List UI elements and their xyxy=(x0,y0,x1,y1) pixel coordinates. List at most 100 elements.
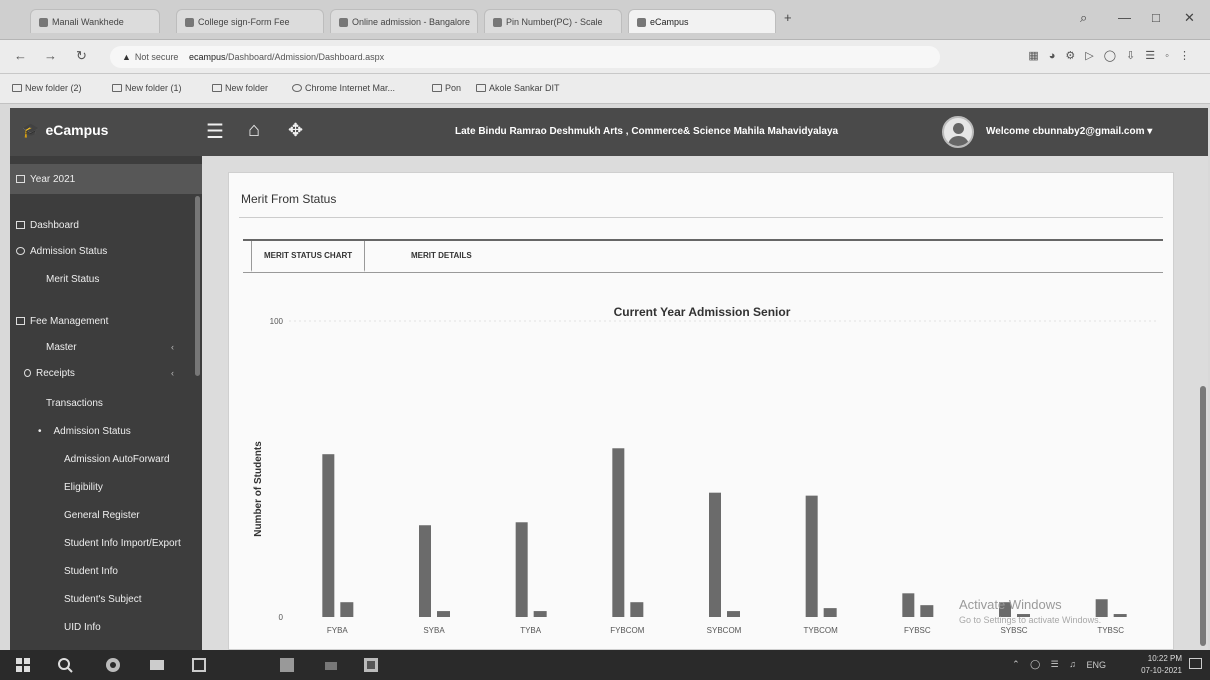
brand-logo[interactable]: 🎓 eCampus xyxy=(22,122,108,139)
back-icon[interactable]: ← xyxy=(14,48,27,63)
x-tick-label: TYBA xyxy=(520,626,542,635)
bar-fybcom-2[interactable] xyxy=(630,602,644,617)
bookmark-item[interactable]: New folder (1) xyxy=(112,83,182,93)
calendar-icon xyxy=(16,175,25,183)
sidebar-item-admission-status-sub[interactable]: • Admission Status xyxy=(38,426,131,437)
user-menu[interactable]: Welcome cbunnaby2@gmail.com ▾ xyxy=(986,126,1152,137)
bar-fyba-2[interactable] xyxy=(340,602,354,617)
bar-sybcom-2[interactable] xyxy=(727,611,740,617)
bookmark-item[interactable]: Pon xyxy=(432,83,461,93)
new-tab-icon[interactable]: + xyxy=(784,10,792,25)
folder-icon xyxy=(112,84,122,92)
url-field[interactable]: ▲ Not secure ecampus/Dashboard/Admission/… xyxy=(110,46,940,68)
clock[interactable]: 10:22 PM 07-10-2021 xyxy=(1141,653,1182,677)
table-icon xyxy=(16,317,25,325)
windows-start-icon[interactable] xyxy=(14,656,32,674)
app-icon[interactable] xyxy=(278,656,296,674)
sidebar-item-merit-status[interactable]: Merit Status xyxy=(46,274,99,285)
x-tick-label: SYBA xyxy=(423,626,445,635)
browser-tab[interactable]: Manali Wankhede xyxy=(30,9,160,33)
bar-syba-2[interactable] xyxy=(437,611,450,617)
close-icon[interactable]: ✕ xyxy=(1184,10,1195,26)
system-tray-icons[interactable]: ⌃ ◯ ☰ ♫ xyxy=(1012,659,1080,670)
x-tick-label: FYBA xyxy=(327,626,349,635)
tab-favicon-icon xyxy=(637,18,646,28)
sidebar-item-eligibility[interactable]: Eligibility xyxy=(64,482,103,493)
app-header: 🎓 eCampus ☰ ⌂ ✥ Late Bindu Ramrao Deshmuk… xyxy=(10,108,1208,156)
browser-tab-active[interactable]: eCampus xyxy=(628,9,776,33)
sidebar-item-admission-status[interactable]: Admission Status xyxy=(16,246,107,257)
x-tick-label: SYBSC xyxy=(1000,626,1027,635)
bookmark-item[interactable]: Chrome Internet Mar... xyxy=(292,83,395,93)
bar-fybsc-1[interactable] xyxy=(902,593,915,617)
bar-fybcom-1[interactable] xyxy=(612,448,625,617)
extension-icons[interactable]: ▦◕⚙▷◯⇩☰◦⋮ xyxy=(1028,49,1200,62)
bar-tybcom-2[interactable] xyxy=(823,608,837,617)
bar-sybcom-1[interactable] xyxy=(709,492,721,617)
x-tick-label: FYBSC xyxy=(904,626,931,635)
browser-tab[interactable]: College sign-Form Fee xyxy=(176,9,324,33)
sidebar-item-master[interactable]: Master xyxy=(46,342,77,353)
app-icon[interactable] xyxy=(322,656,340,674)
menu-toggle-icon[interactable]: ☰ xyxy=(206,119,224,144)
bookmark-item[interactable]: Akole Sankar DIT xyxy=(476,83,560,93)
windows-taskbar: ⌃ ◯ ☰ ♫ ENG 10:22 PM 07-10-2021 xyxy=(0,650,1210,680)
x-tick-label: FYBCOM xyxy=(610,626,645,635)
sidebar-item-student-info-import[interactable]: Student Info Import/Export xyxy=(64,538,181,549)
bar-tyba-2[interactable] xyxy=(533,611,547,617)
y-tick-label: 0 xyxy=(279,613,284,622)
y-tick-label: 100 xyxy=(270,317,284,326)
tab-favicon-icon xyxy=(185,18,194,28)
sidebar-item-receipts[interactable]: Receipts xyxy=(24,368,75,379)
sidebar-item-uid-info[interactable]: UID Info xyxy=(64,622,101,633)
sidebar-item-transactions[interactable]: Transactions xyxy=(46,398,103,409)
chevron-left-icon: ‹ xyxy=(171,368,174,378)
minimize-icon[interactable]: — xyxy=(1118,10,1131,25)
edge-browser-icon[interactable] xyxy=(104,656,122,674)
bar-tybcom-1[interactable] xyxy=(805,495,818,617)
bar-tybsc-2[interactable] xyxy=(1113,614,1127,617)
browser-tab[interactable]: Online admission - Bangalore xyxy=(330,9,478,33)
sidebar: Year 2021 Dashboard Admission Status Mer… xyxy=(10,156,202,650)
sidebar-item-student-subject[interactable]: Student's Subject xyxy=(64,594,142,605)
reload-icon[interactable]: ↻ xyxy=(76,48,87,64)
mail-icon[interactable] xyxy=(148,656,166,674)
language-indicator[interactable]: ENG xyxy=(1086,660,1106,670)
app-icon[interactable] xyxy=(362,656,380,674)
forward-icon[interactable]: → xyxy=(44,48,57,63)
restore-icon[interactable]: □ xyxy=(1152,10,1160,25)
globe-icon xyxy=(292,84,302,92)
search-icon[interactable] xyxy=(56,656,74,674)
browser-tab[interactable]: Pin Number(PC) - Scale xyxy=(484,9,622,33)
bar-tyba-1[interactable] xyxy=(515,522,528,617)
bullet-icon: • xyxy=(38,426,42,437)
sidebar-item-student-info[interactable]: Student Info xyxy=(64,566,118,577)
address-bar-row: ← → ↻ ▲ Not secure ecampus/Dashboard/Admi… xyxy=(0,40,1210,74)
tab-search-icon[interactable]: ⌕ xyxy=(1080,10,1087,26)
activate-windows-subtext: Go to Settings to activate Windows. xyxy=(959,615,1102,625)
store-icon[interactable] xyxy=(190,656,208,674)
bar-syba-1[interactable] xyxy=(419,525,431,617)
sidebar-item-general-register[interactable]: General Register xyxy=(64,510,140,521)
bookmarks-bar: New folder (2) New folder (1) New folder… xyxy=(0,74,1210,104)
y-axis-label: Number of Students xyxy=(253,441,264,537)
home-icon[interactable]: ⌂ xyxy=(248,119,260,142)
sidebar-year[interactable]: Year 2021 xyxy=(10,164,202,194)
sidebar-scrollbar[interactable] xyxy=(195,196,200,376)
college-name: Late Bindu Ramrao Deshmukh Arts , Commer… xyxy=(455,126,839,137)
fullscreen-icon[interactable]: ✥ xyxy=(288,120,303,141)
bookmark-item[interactable]: New folder xyxy=(212,83,268,93)
bookmark-item[interactable]: New folder (2) xyxy=(12,83,82,93)
page-scrollbar[interactable] xyxy=(1200,386,1206,646)
sidebar-item-admission-autoforward[interactable]: Admission AutoForward xyxy=(64,454,170,465)
warning-icon: ▲ xyxy=(122,52,131,62)
sidebar-item-dashboard[interactable]: Dashboard xyxy=(16,220,79,231)
sidebar-item-fee-management[interactable]: Fee Management xyxy=(16,316,108,327)
bar-fyba-1[interactable] xyxy=(322,454,335,617)
folder-icon xyxy=(212,84,222,92)
avatar[interactable] xyxy=(942,116,974,148)
pin-icon xyxy=(24,369,31,377)
merit-panel: Merit From Status MERIT STATUS CHART MER… xyxy=(228,172,1174,650)
bar-fybsc-2[interactable] xyxy=(920,605,934,617)
notification-icon[interactable] xyxy=(1189,658,1202,669)
